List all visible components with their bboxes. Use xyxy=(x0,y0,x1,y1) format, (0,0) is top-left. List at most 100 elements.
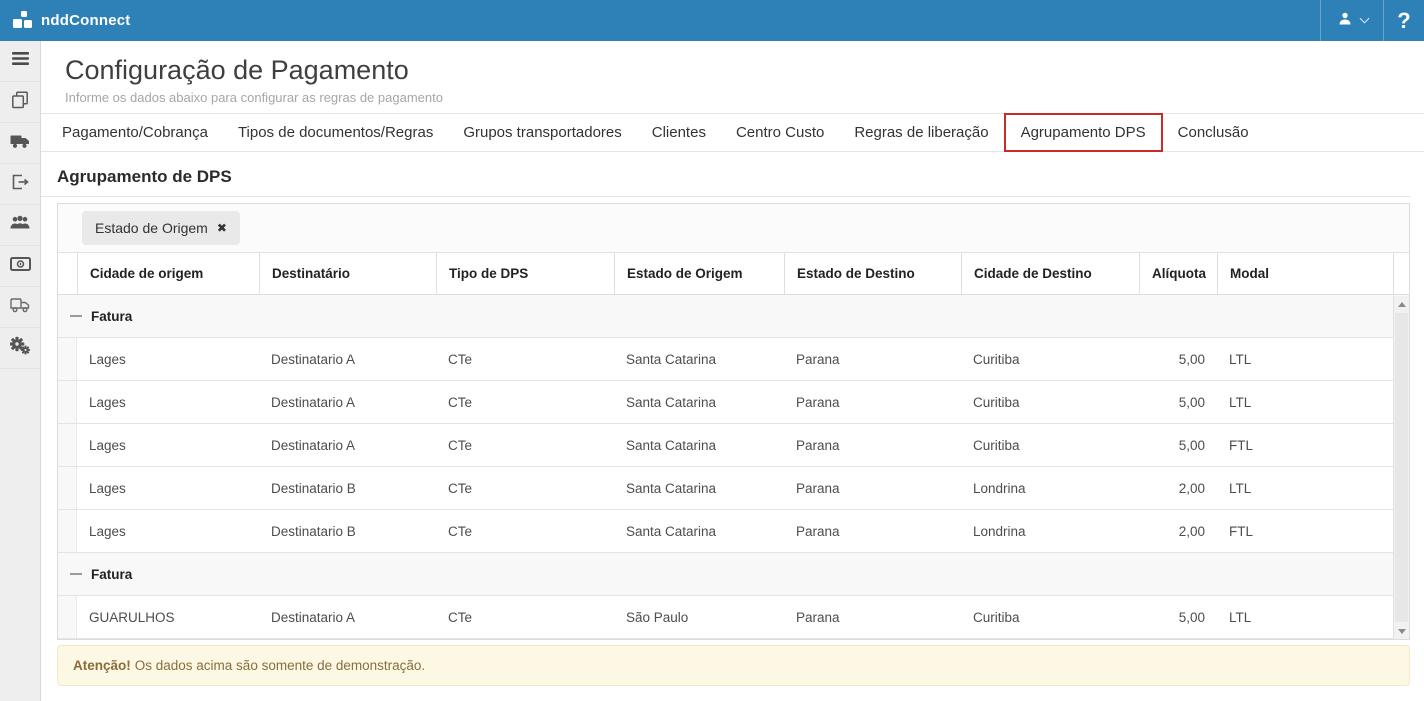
app-window: nddConnect ? xyxy=(0,0,1424,701)
table-cell: LTL xyxy=(1217,381,1393,423)
main-content: Configuração de Pagamento Informe os dad… xyxy=(41,41,1424,701)
table-cell: CTe xyxy=(436,338,614,380)
group-indent-cell xyxy=(58,467,77,509)
column-header[interactable]: Estado de Origem xyxy=(614,253,784,294)
scrollbar-thumb[interactable] xyxy=(1395,313,1408,622)
page-subtitle: Informe os dados abaixo para configurar … xyxy=(65,90,1424,105)
column-header[interactable]: Tipo de DPS xyxy=(436,253,614,294)
sidebar-item-menu[interactable] xyxy=(0,41,40,82)
group-indent-cell xyxy=(58,338,77,380)
table-cell: Parana xyxy=(784,424,961,466)
table-cell: GUARULHOS xyxy=(77,596,259,638)
group-chip-label: Estado de Origem xyxy=(95,220,208,236)
grid-header: Cidade de origemDestinatárioTipo de DPSE… xyxy=(58,253,1409,295)
table-cell: Santa Catarina xyxy=(614,381,784,423)
tab-grupos-transportadores[interactable]: Grupos transportadores xyxy=(448,114,636,151)
table-cell: Destinatario B xyxy=(259,467,436,509)
ndd-logo-icon xyxy=(13,11,34,31)
brand[interactable]: nddConnect xyxy=(13,11,131,31)
column-header[interactable]: Modal xyxy=(1217,253,1393,294)
column-header[interactable]: Cidade de Destino xyxy=(961,253,1139,294)
help-button[interactable]: ? xyxy=(1384,0,1424,41)
group-chip[interactable]: Estado de Origem ✖ xyxy=(82,211,240,245)
tab-conclus-o[interactable]: Conclusão xyxy=(1163,114,1264,151)
vertical-scrollbar[interactable] xyxy=(1393,296,1409,639)
table-cell: CTe xyxy=(436,424,614,466)
demo-warning: Atenção! Os dados acima são somente de de… xyxy=(57,645,1410,686)
group-indent-cell xyxy=(58,381,77,423)
section-divider xyxy=(41,196,1410,197)
table-cell: LTL xyxy=(1217,467,1393,509)
table-row[interactable]: LagesDestinatario ACTeSanta CatarinaPara… xyxy=(58,338,1409,381)
grid-body: FaturaLagesDestinatario ACTeSanta Catari… xyxy=(58,295,1409,639)
collapse-group-icon[interactable] xyxy=(70,315,82,317)
collapse-group-icon[interactable] xyxy=(70,573,82,575)
remove-group-icon[interactable]: ✖ xyxy=(217,222,227,234)
tab-tipos-de-documentos-regras[interactable]: Tipos de documentos/Regras xyxy=(223,114,448,151)
table-cell: São Paulo xyxy=(614,596,784,638)
scroll-up-button[interactable] xyxy=(1394,296,1409,312)
table-cell: Lages xyxy=(77,381,259,423)
copy-documents-icon xyxy=(11,91,29,114)
table-cell: Lages xyxy=(77,338,259,380)
sidebar-item-export[interactable] xyxy=(0,164,40,205)
tab-pagamento-cobran-a[interactable]: Pagamento/Cobrança xyxy=(47,114,223,151)
tab-regras-de-libera-o[interactable]: Regras de liberação xyxy=(839,114,1003,151)
table-cell: Lages xyxy=(77,467,259,509)
sidebar-item-users[interactable] xyxy=(0,205,40,246)
table-cell: Santa Catarina xyxy=(614,467,784,509)
tab-agrupamento-dps[interactable]: Agrupamento DPS xyxy=(1004,113,1163,152)
table-cell: Destinatario A xyxy=(259,338,436,380)
user-menu[interactable] xyxy=(1321,0,1383,41)
sidebar-item-payments[interactable] xyxy=(0,246,40,287)
triangle-down-icon xyxy=(1398,629,1406,634)
tab-clientes[interactable]: Clientes xyxy=(637,114,721,151)
table-row[interactable]: LagesDestinatario ACTeSanta CatarinaPara… xyxy=(58,381,1409,424)
table-cell: Parana xyxy=(784,596,961,638)
sidebar-item-documents[interactable] xyxy=(0,82,40,123)
table-cell: Curitiba xyxy=(961,381,1139,423)
group-row[interactable]: Fatura xyxy=(58,553,1409,596)
table-cell: LTL xyxy=(1217,596,1393,638)
sidebar-item-freight[interactable] xyxy=(0,287,40,328)
table-cell: 5,00 xyxy=(1139,596,1217,638)
table-row[interactable]: GUARULHOSDestinatario ACTeSão PauloParan… xyxy=(58,596,1409,639)
table-cell: CTe xyxy=(436,510,614,552)
alert-title: Atenção! xyxy=(73,658,131,673)
sidebar-item-settings[interactable] xyxy=(0,328,40,369)
table-cell: 2,00 xyxy=(1139,510,1217,552)
column-header[interactable]: Alíquota xyxy=(1139,253,1217,294)
sidebar-item-transport[interactable] xyxy=(0,123,40,164)
users-icon xyxy=(10,215,30,235)
table-cell: Parana xyxy=(784,510,961,552)
top-bar: nddConnect ? xyxy=(0,0,1424,41)
table-cell: Lages xyxy=(77,424,259,466)
group-indent-cell xyxy=(58,424,77,466)
group-row[interactable]: Fatura xyxy=(58,295,1409,338)
table-cell: LTL xyxy=(1217,338,1393,380)
group-label: Fatura xyxy=(91,309,132,324)
table-cell: Londrina xyxy=(961,467,1139,509)
column-header[interactable]: Estado de Destino xyxy=(784,253,961,294)
table-row[interactable]: LagesDestinatario BCTeSanta CatarinaPara… xyxy=(58,510,1409,553)
alert-message: Os dados acima são somente de demonstraç… xyxy=(135,658,425,673)
column-header[interactable]: Cidade de origem xyxy=(77,253,259,294)
table-row[interactable]: LagesDestinatario BCTeSanta CatarinaPara… xyxy=(58,467,1409,510)
user-icon xyxy=(1337,11,1353,31)
table-cell: CTe xyxy=(436,381,614,423)
table-cell: FTL xyxy=(1217,510,1393,552)
table-row[interactable]: LagesDestinatario ACTeSanta CatarinaPara… xyxy=(58,424,1409,467)
scroll-down-button[interactable] xyxy=(1394,623,1409,639)
table-cell: Santa Catarina xyxy=(614,510,784,552)
table-cell: FTL xyxy=(1217,424,1393,466)
table-cell: Destinatario A xyxy=(259,596,436,638)
chevron-down-icon xyxy=(1359,14,1369,24)
gears-icon xyxy=(10,336,30,360)
table-cell: Destinatario B xyxy=(259,510,436,552)
table-cell: 5,00 xyxy=(1139,424,1217,466)
tab-centro-custo[interactable]: Centro Custo xyxy=(721,114,839,151)
column-header[interactable]: Destinatário xyxy=(259,253,436,294)
table-cell: 2,00 xyxy=(1139,467,1217,509)
truck-outline-icon xyxy=(10,297,31,318)
header-scrollbar-cell xyxy=(1393,253,1409,294)
